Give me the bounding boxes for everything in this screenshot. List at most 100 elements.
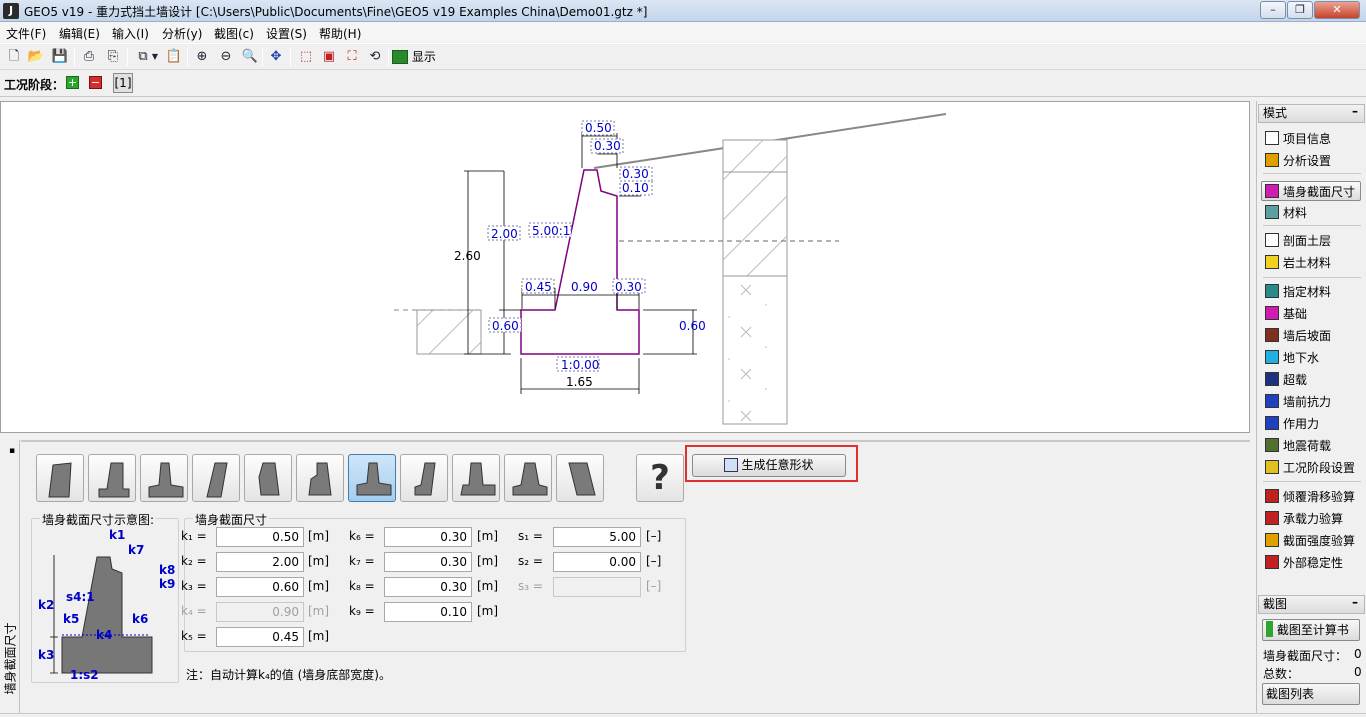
clipboard-icon[interactable]: 📋 bbox=[164, 47, 184, 67]
menu-edit[interactable]: 编辑(E) bbox=[59, 25, 100, 42]
collapse-icon[interactable]: – bbox=[1352, 103, 1358, 120]
screenshot-to-report-button[interactable]: 截图至计算书 bbox=[1262, 619, 1360, 641]
field-input-k5[interactable]: 0.45 bbox=[216, 627, 304, 647]
mode-item-gear[interactable]: 分析设置 bbox=[1265, 151, 1331, 171]
mode-item-assign-material[interactable]: 指定材料 bbox=[1265, 282, 1331, 302]
mode-item-soil-material[interactable]: 岩土材料 bbox=[1265, 253, 1331, 273]
zoom-out-icon[interactable]: ⊖ bbox=[216, 47, 236, 67]
select-area-icon[interactable]: ⬚ bbox=[296, 47, 316, 67]
menu-screenshot[interactable]: 截图(c) bbox=[214, 25, 254, 42]
wall-shape-button-5[interactable] bbox=[244, 454, 292, 502]
mode-item-force[interactable]: 作用力 bbox=[1265, 414, 1319, 434]
soil-layer-icon bbox=[1265, 233, 1279, 247]
wall-shape-button-3[interactable] bbox=[140, 454, 188, 502]
mode-item-overturning[interactable]: 倾覆滑移验算 bbox=[1265, 487, 1355, 507]
mode-item-label: 项目信息 bbox=[1283, 132, 1332, 146]
display-button[interactable]: 显示 bbox=[392, 47, 436, 67]
material-icon bbox=[1265, 205, 1279, 219]
help-button[interactable]: ? bbox=[636, 454, 684, 502]
document-icon bbox=[1265, 131, 1279, 145]
field-input-k2[interactable]: 2.00 bbox=[216, 552, 304, 572]
mode-item-label: 超载 bbox=[1283, 373, 1308, 387]
field-unit-k1: [m] bbox=[308, 529, 330, 543]
save-icon[interactable]: 💾 bbox=[50, 47, 70, 67]
field-input-k3[interactable]: 0.60 bbox=[216, 577, 304, 597]
dim-base-right: 0.60 bbox=[679, 319, 706, 333]
open-folder-icon[interactable]: 📂 bbox=[26, 47, 46, 67]
mode-item-foundation[interactable]: 基础 bbox=[1265, 304, 1307, 324]
wall-shape-button-6[interactable] bbox=[296, 454, 344, 502]
mode-item-earthquake[interactable]: 地震荷载 bbox=[1265, 436, 1331, 456]
field-input-k1[interactable]: 0.50 bbox=[216, 527, 304, 547]
menu-help[interactable]: 帮助(H) bbox=[319, 25, 361, 42]
collapse-icon[interactable]: – bbox=[1352, 594, 1358, 611]
menu-settings[interactable]: 设置(S) bbox=[266, 25, 307, 42]
zoom-window-icon[interactable]: 🔍 bbox=[240, 47, 260, 67]
diagram-group: 墙身截面尺寸示意图: k1 k7 k8 k9 k2 s4:1 k5 k6 k4 … bbox=[31, 511, 179, 683]
rotate-view-icon[interactable]: ⟲ bbox=[365, 47, 385, 67]
screenshot-list-button[interactable]: 截图列表 bbox=[1262, 683, 1360, 705]
mode-item-stability[interactable]: 外部稳定性 bbox=[1265, 553, 1343, 573]
field-input-k6[interactable]: 0.30 bbox=[384, 527, 472, 547]
dim-base-width: 1.65 bbox=[566, 375, 593, 389]
mode-item-resistance[interactable]: 墙前抗力 bbox=[1265, 392, 1331, 412]
new-file-icon[interactable]: 🗋 bbox=[4, 47, 24, 67]
add-stage-icon[interactable]: + bbox=[66, 76, 79, 89]
mode-item-section-check[interactable]: 截面强度验算 bbox=[1265, 531, 1355, 551]
mode-item-water[interactable]: 地下水 bbox=[1265, 348, 1319, 368]
wall-shape-button-11[interactable] bbox=[556, 454, 604, 502]
stage-tab-1[interactable]: [1] bbox=[113, 73, 133, 93]
soil-layer-1 bbox=[723, 140, 787, 276]
remove-stage-icon[interactable]: − bbox=[89, 76, 102, 89]
wall-shape-button-8[interactable] bbox=[400, 454, 448, 502]
mode-item-label: 指定材料 bbox=[1283, 285, 1332, 299]
water-icon bbox=[1265, 350, 1279, 364]
close-button[interactable]: ✕ bbox=[1314, 1, 1360, 19]
zoom-in-icon[interactable]: ⊕ bbox=[192, 47, 212, 67]
mode-item-stage-settings[interactable]: 工况阶段设置 bbox=[1265, 458, 1355, 478]
wall-shape-button-10[interactable] bbox=[504, 454, 552, 502]
screenshot-header: 截图 – bbox=[1258, 595, 1365, 614]
mode-item-material[interactable]: 材料 bbox=[1265, 203, 1307, 223]
field-input-k8[interactable]: 0.30 bbox=[384, 577, 472, 597]
diagram-k2: k2 bbox=[38, 598, 54, 612]
right-panel: 模式 – 项目信息 分析设置 墙身截面尺寸 材料 剖面土层 岩土材料 指定材料 基础 墙后坡面地… bbox=[1256, 101, 1366, 713]
field-label-k1: k₁ = bbox=[181, 529, 207, 543]
wall-shape-button-9[interactable] bbox=[452, 454, 500, 502]
mode-item-surcharge[interactable]: 超载 bbox=[1265, 370, 1307, 390]
field-label-k7: k₇ = bbox=[349, 554, 375, 568]
diagram-s4: s4:1 bbox=[66, 590, 95, 604]
print-icon[interactable]: ⎙ bbox=[79, 47, 99, 67]
field-input-k7[interactable]: 0.30 bbox=[384, 552, 472, 572]
menu-file[interactable]: 文件(F) bbox=[6, 25, 46, 42]
mode-item-document[interactable]: 项目信息 bbox=[1265, 129, 1331, 149]
mode-item-wall-profile[interactable]: 墙身截面尺寸 bbox=[1261, 181, 1361, 201]
minimize-button[interactable]: – bbox=[1260, 1, 1286, 19]
terrain-icon bbox=[1265, 328, 1279, 342]
field-input-s2[interactable]: 0.00 bbox=[553, 552, 641, 572]
mode-item-terrain[interactable]: 墙后坡面 bbox=[1265, 326, 1331, 346]
pan-icon[interactable]: ✥ bbox=[266, 47, 286, 67]
field-label-s3: s₃ = bbox=[518, 579, 543, 593]
dropdown-arrow-icon[interactable]: ▼ bbox=[149, 47, 161, 67]
field-input-s1[interactable]: 5.00 bbox=[553, 527, 641, 547]
vertical-tab[interactable]: ▪ 墙身截面尺寸 bbox=[0, 440, 20, 713]
wall-shape-button-4[interactable] bbox=[192, 454, 240, 502]
mode-item-bearing[interactable]: 承载力验算 bbox=[1265, 509, 1343, 529]
maximize-button[interactable]: ❐ bbox=[1287, 1, 1313, 19]
generate-arbitrary-shape-button[interactable]: 生成任意形状 bbox=[692, 454, 846, 477]
window-title: GEO5 v19 - 重力式挡土墙设计 [C:\Users\Public\Doc… bbox=[24, 5, 648, 19]
diagram-k8: k8 bbox=[159, 563, 175, 577]
drawing-canvas[interactable]: 0.50 0.30 0.30 0.10 2.00 5.00:1 2.60 0.4… bbox=[0, 101, 1250, 433]
mode-item-soil-layer[interactable]: 剖面土层 bbox=[1265, 231, 1331, 251]
fit-to-view-icon[interactable]: ⛶ bbox=[342, 47, 362, 67]
wall-shape-button-2[interactable] bbox=[88, 454, 136, 502]
field-input-k9[interactable]: 0.10 bbox=[384, 602, 472, 622]
print-preview-icon[interactable]: ⎘ bbox=[103, 47, 123, 67]
wall-shape-button-1[interactable] bbox=[36, 454, 84, 502]
menu-analysis[interactable]: 分析(y) bbox=[162, 25, 202, 42]
stage-label: 工况阶段： bbox=[4, 78, 65, 92]
select-region-icon[interactable]: ▣ bbox=[319, 47, 339, 67]
wall-shape-button-7[interactable] bbox=[348, 454, 396, 502]
menu-input[interactable]: 输入(I) bbox=[112, 25, 149, 42]
